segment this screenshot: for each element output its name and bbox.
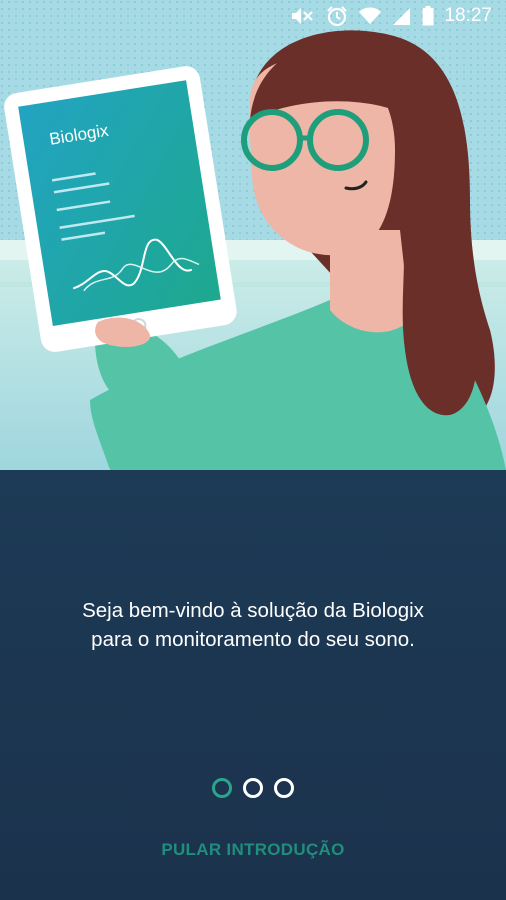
signal-icon <box>392 6 412 26</box>
status-bar: 18:27 <box>0 0 506 32</box>
skip-intro-button[interactable]: PULAR INTRODUÇÃO <box>0 840 506 860</box>
page-indicator-dot-2[interactable] <box>243 778 263 798</box>
mute-icon <box>290 6 316 26</box>
page-indicator-dot-1[interactable] <box>212 778 232 798</box>
clock-time: 18:27 <box>444 5 492 26</box>
onboarding-panel: Seja bem-vindo à solução da Biologix par… <box>0 470 506 900</box>
welcome-message: Seja bem-vindo à solução da Biologix par… <box>20 596 486 654</box>
hero-illustration: Biologix <box>0 0 506 470</box>
woman-with-tablet-illustration <box>0 0 506 470</box>
welcome-message-line1: Seja bem-vindo à solução da Biologix <box>82 599 424 622</box>
page-indicator-dot-3[interactable] <box>274 778 294 798</box>
battery-icon <box>422 6 434 26</box>
welcome-message-line2: para o monitoramento do seu sono. <box>91 628 415 651</box>
alarm-icon <box>326 5 348 27</box>
wifi-icon <box>358 6 382 26</box>
page-indicator <box>0 778 506 798</box>
